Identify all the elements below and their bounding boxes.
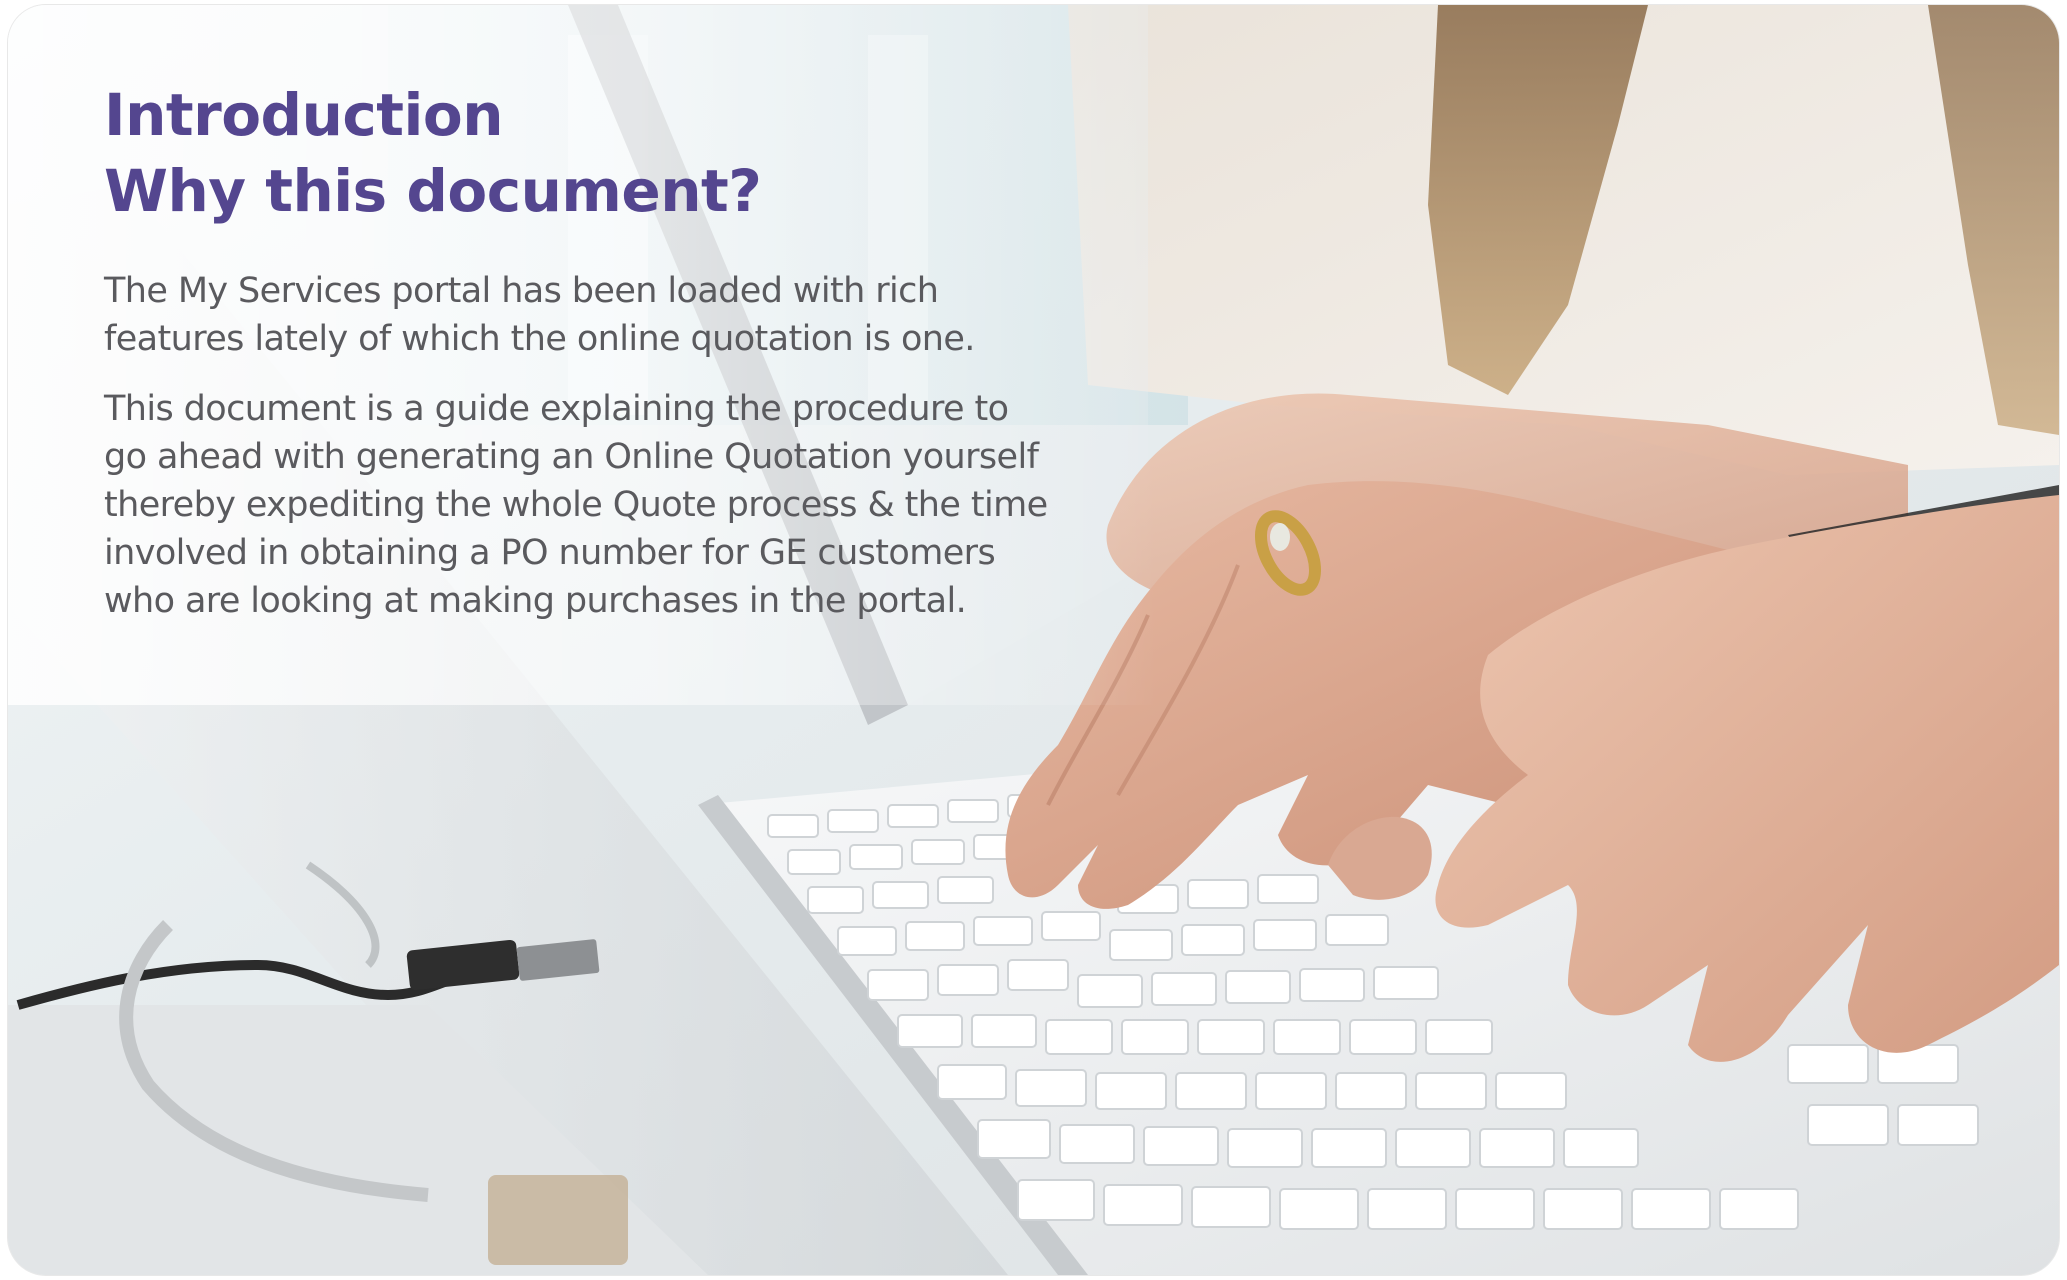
paragraph-2-line: involved in obtaining a PO number for GE… — [104, 533, 996, 573]
paragraph-2-line: This document is a guide explaining the … — [104, 389, 1009, 429]
paragraph-1-line: The My Services portal has been loaded w… — [104, 271, 939, 311]
intro-text-block: Introduction Why this document? The My S… — [104, 77, 1084, 625]
paragraph-1-line: features lately of which the online quot… — [104, 319, 975, 359]
document-page: Introduction Why this document? The My S… — [8, 5, 2059, 1275]
title-line-introduction: Introduction — [104, 81, 503, 149]
paragraph-2-line: thereby expediting the whole Quote proce… — [104, 485, 1048, 525]
title-line-why-this-document: Why this document? — [104, 157, 762, 225]
paragraph-2-line: who are looking at making purchases in t… — [104, 581, 967, 621]
paragraph-2-line: go ahead with generating an Online Quota… — [104, 437, 1039, 477]
intro-paragraph-2: This document is a guide explaining the … — [104, 385, 1084, 625]
intro-paragraph-1: The My Services portal has been loaded w… — [104, 267, 1084, 363]
page-title: Introduction Why this document? — [104, 77, 1084, 229]
